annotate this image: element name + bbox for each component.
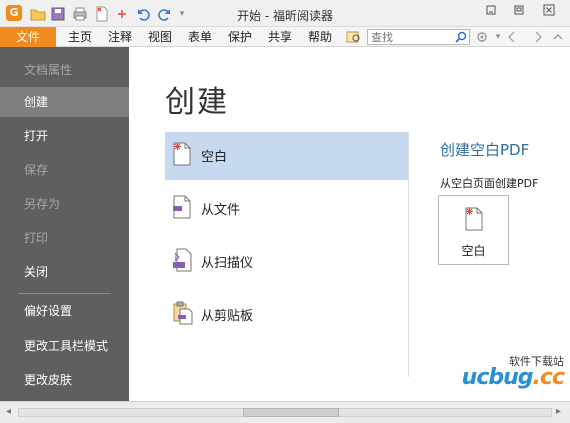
nav-forward-icon[interactable]: [530, 29, 546, 45]
create-option-label: 从文件: [201, 203, 241, 218]
detail-subtitle: 从空白页面创建PDF: [440, 177, 539, 190]
sidebar-item-document-properties[interactable]: 文档属性: [0, 55, 129, 85]
find-tool-icon[interactable]: [346, 29, 362, 45]
create-panel: 创建 空白 从文件 从扫描仪 从剪贴板 创建空白PDF 从空白页面创建PDF 空…: [129, 47, 570, 401]
sidebar-item-save-as[interactable]: 另存为: [0, 189, 129, 219]
close-icon[interactable]: [538, 4, 560, 20]
create-option-blank[interactable]: 空白: [165, 132, 409, 180]
detail-title: 创建空白PDF: [440, 141, 530, 159]
sidebar-item-close[interactable]: 关闭: [0, 257, 129, 287]
settings-icon[interactable]: [474, 29, 490, 45]
menu-bar: 文件 主页 注释 视图 表单 保护 共享 帮助 ▾: [0, 27, 570, 47]
search-box[interactable]: [367, 29, 470, 45]
nav-back-icon[interactable]: [504, 29, 520, 45]
ribbon-collapse-icon[interactable]: [550, 29, 566, 45]
sidebar-divider: [18, 293, 111, 294]
menu-comment[interactable]: 注释: [108, 27, 132, 47]
menu-help[interactable]: 帮助: [308, 27, 332, 47]
scrollbar-track[interactable]: [18, 408, 552, 417]
menu-view[interactable]: 视图: [148, 27, 172, 47]
horizontal-scrollbar[interactable]: ◂ ▸: [0, 401, 570, 423]
create-blank-label: 空白: [461, 244, 486, 258]
sidebar-item-toolbar-mode[interactable]: 更改工具栏模式: [0, 331, 129, 361]
file-sidebar: 文档属性 创建 打开 保存 另存为 打印 关闭 偏好设置 更改工具栏模式 更改皮…: [0, 47, 129, 401]
menu-form[interactable]: 表单: [188, 27, 212, 47]
watermark: 软件下载站 ucbug.cc: [444, 353, 565, 393]
create-blank-button[interactable]: 空白: [438, 195, 509, 265]
watermark-brand-suffix: .cc: [532, 365, 565, 390]
restore-icon[interactable]: [508, 4, 530, 20]
watermark-brand-main: ucbug: [461, 365, 534, 390]
search-icon[interactable]: [455, 30, 467, 47]
menu-protect[interactable]: 保护: [228, 27, 252, 47]
create-option-label: 从剪贴板: [201, 309, 254, 324]
blank-doc-icon: [173, 142, 191, 166]
scrollbar-thumb[interactable]: [243, 408, 339, 417]
sidebar-item-print[interactable]: 打印: [0, 223, 129, 253]
sidebar-item-change-skin[interactable]: 更改皮肤: [0, 365, 129, 395]
create-option-label: 从扫描仪: [201, 256, 254, 271]
sidebar-item-create[interactable]: 创建: [0, 87, 129, 117]
create-option-from-scanner[interactable]: 从扫描仪: [165, 238, 409, 286]
menu-file[interactable]: 文件: [0, 27, 56, 47]
sidebar-item-preferences[interactable]: 偏好设置: [0, 296, 129, 326]
sidebar-item-save[interactable]: 保存: [0, 155, 129, 185]
title-bar: G ▾ 开始 - 福昕阅读器: [0, 0, 570, 27]
create-option-label: 空白: [201, 150, 228, 165]
clipboard-icon: [173, 301, 193, 325]
scroll-left-icon[interactable]: ◂: [6, 406, 11, 417]
create-option-from-clipboard[interactable]: 从剪贴板: [165, 291, 409, 339]
page-title: 创建: [165, 85, 229, 120]
scroll-right-icon[interactable]: ▸: [556, 406, 561, 417]
watermark-brand: ucbug.cc: [461, 365, 565, 390]
from-file-icon: [173, 195, 191, 219]
menu-home[interactable]: 主页: [68, 27, 92, 47]
create-option-from-file[interactable]: 从文件: [165, 185, 409, 233]
menu-share[interactable]: 共享: [268, 27, 292, 47]
panel-separator: [408, 132, 409, 377]
scanner-icon: [173, 248, 192, 272]
blank-doc-icon: [465, 207, 483, 231]
search-input[interactable]: [368, 30, 454, 45]
minimize-icon[interactable]: [480, 4, 502, 20]
sidebar-item-open[interactable]: 打开: [0, 121, 129, 151]
